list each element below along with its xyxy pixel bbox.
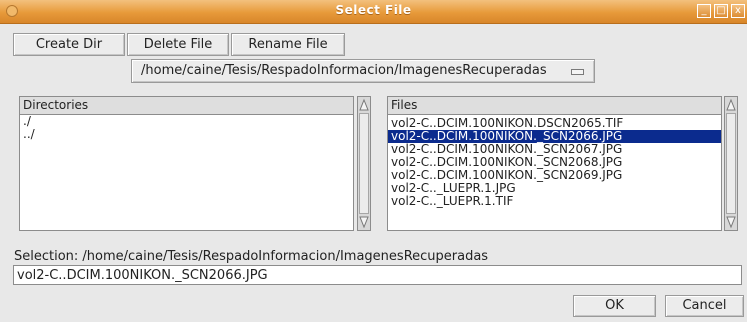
dropdown-indicator-icon (571, 69, 584, 75)
path-dropdown-value: /home/caine/Tesis/RespadoInformacion/Ima… (141, 63, 547, 78)
selection-label: Selection: /home/caine/Tesis/RespadoInfo… (14, 249, 489, 264)
window-title: Select File (335, 3, 412, 17)
scrollbar-thumb[interactable] (726, 113, 736, 214)
select-file-dialog: Select File _ □ x Create Dir Delete File… (0, 0, 747, 322)
scrollbar-thumb[interactable] (359, 113, 369, 214)
scroll-up-icon[interactable] (726, 98, 736, 112)
minimize-button[interactable]: _ (697, 4, 711, 18)
directories-header: Directories (19, 96, 354, 115)
directories-scrollbar[interactable] (357, 96, 371, 231)
directories-list[interactable]: ./ ../ (19, 115, 354, 231)
directory-item[interactable]: ../ (20, 128, 353, 141)
ok-button[interactable]: OK (573, 295, 656, 317)
delete-file-button[interactable]: Delete File (127, 33, 229, 56)
scroll-up-icon[interactable] (359, 98, 369, 112)
files-header: Files (387, 96, 722, 115)
create-dir-button[interactable]: Create Dir (13, 33, 125, 56)
directory-item[interactable]: ./ (20, 115, 353, 128)
cancel-button[interactable]: Cancel (665, 295, 744, 317)
title-bar[interactable]: Select File _ □ x (0, 0, 747, 24)
files-list[interactable]: vol2-C..DCIM.100NIKON.DSCN2065.TIF vol2-… (387, 115, 722, 231)
rename-file-button[interactable]: Rename File (231, 33, 345, 56)
file-item[interactable]: vol2-C.._LUEPR.1.TIF (388, 195, 721, 208)
selection-input[interactable] (13, 265, 742, 285)
scroll-down-icon[interactable] (726, 215, 736, 229)
scroll-down-icon[interactable] (359, 215, 369, 229)
files-scrollbar[interactable] (724, 96, 738, 231)
path-dropdown[interactable]: /home/caine/Tesis/RespadoInformacion/Ima… (131, 59, 595, 83)
maximize-button[interactable]: □ (714, 4, 728, 18)
close-button[interactable]: x (731, 4, 745, 18)
